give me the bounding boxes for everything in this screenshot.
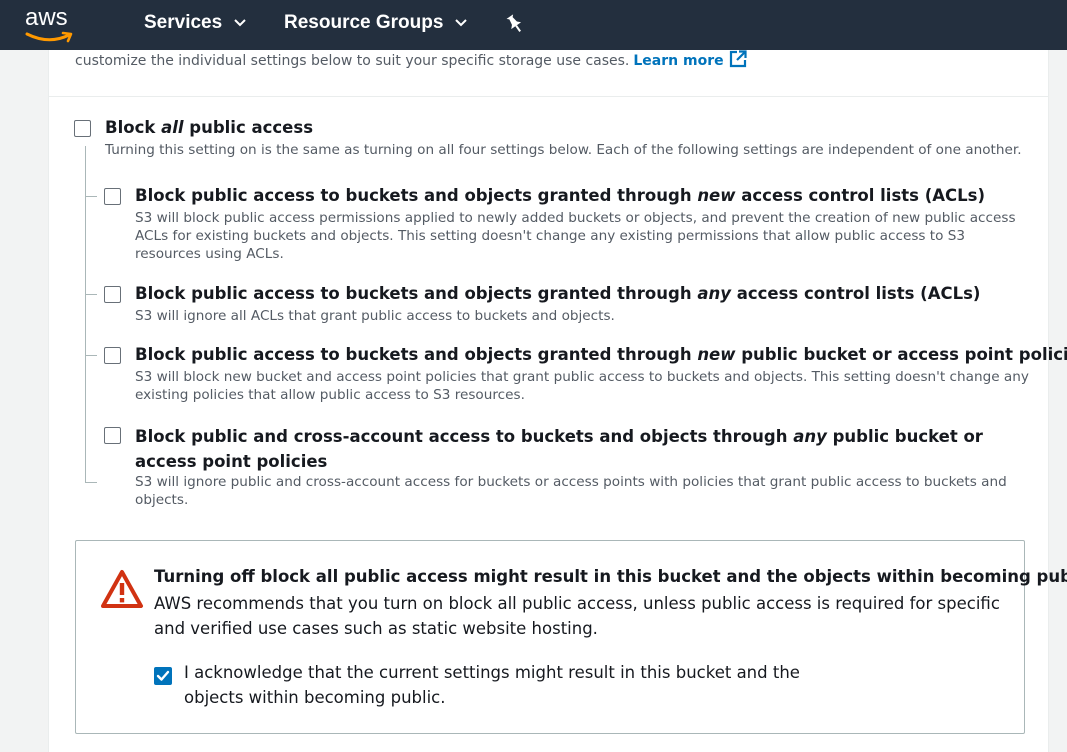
block-new-acls-checkbox[interactable] [104,188,121,205]
warning-title: Turning off block all public access migh… [154,567,1067,586]
resource-groups-label: Resource Groups [284,12,444,33]
tree-branch [85,294,97,295]
section-divider [49,96,1049,97]
services-menu[interactable]: Services [144,12,246,34]
block-all-checkbox[interactable] [74,120,91,137]
block-new-acls-description: S3 will block public access permissions … [135,210,1016,262]
block-all-description: Turning this setting on is the same as t… [105,142,1022,158]
services-label: Services [144,12,223,33]
tree-branch [85,355,97,356]
checkmark-icon [156,670,170,681]
acknowledge-checkbox[interactable] [154,667,172,685]
pin-icon[interactable] [506,14,524,34]
block-new-policies-title[interactable]: Block public access to buckets and objec… [135,344,1067,366]
block-any-policies-title[interactable]: Block public and cross-account access to… [135,424,1015,474]
external-link-icon[interactable] [729,50,747,68]
block-any-acls-title[interactable]: Block public access to buckets and objec… [135,283,980,305]
block-any-acls-description: S3 will ignore all ACLs that grant publi… [135,308,615,324]
warning-icon [101,570,143,608]
public-access-warning-alert: Turning off block all public access migh… [75,540,1067,734]
aws-logo[interactable]: aws [25,4,77,44]
block-any-policies-checkbox[interactable] [104,427,121,444]
aws-logo-text: aws [25,4,68,31]
block-new-policies-description: S3 will block new bucket and access poin… [135,369,1029,403]
intro-sentence: customize the individual settings below … [75,53,630,69]
block-new-acls-title[interactable]: Block public access to buckets and objec… [135,185,985,207]
tree-branch [85,482,97,483]
intro-text: customize the individual settings below … [75,50,747,70]
chevron-down-icon [234,19,246,27]
learn-more-link[interactable]: Learn more [633,53,723,69]
block-any-policies-description: S3 will ignore public and cross-account … [135,474,1007,508]
block-new-policies-checkbox[interactable] [104,347,121,364]
block-public-access-panel: customize the individual settings below … [48,50,1067,752]
resource-groups-menu[interactable]: Resource Groups [284,12,468,34]
block-all-title[interactable]: Block all public access [105,117,313,139]
block-any-acls-checkbox[interactable] [104,286,121,303]
aws-smile-icon [25,31,73,43]
top-navigation-bar: aws Services Resource Groups [0,0,1067,50]
warning-text: AWS recommends that you turn on block al… [154,594,1000,638]
chevron-down-icon [455,19,468,27]
acknowledge-label[interactable]: I acknowledge that the current settings … [184,660,804,710]
tree-branch [85,196,97,197]
